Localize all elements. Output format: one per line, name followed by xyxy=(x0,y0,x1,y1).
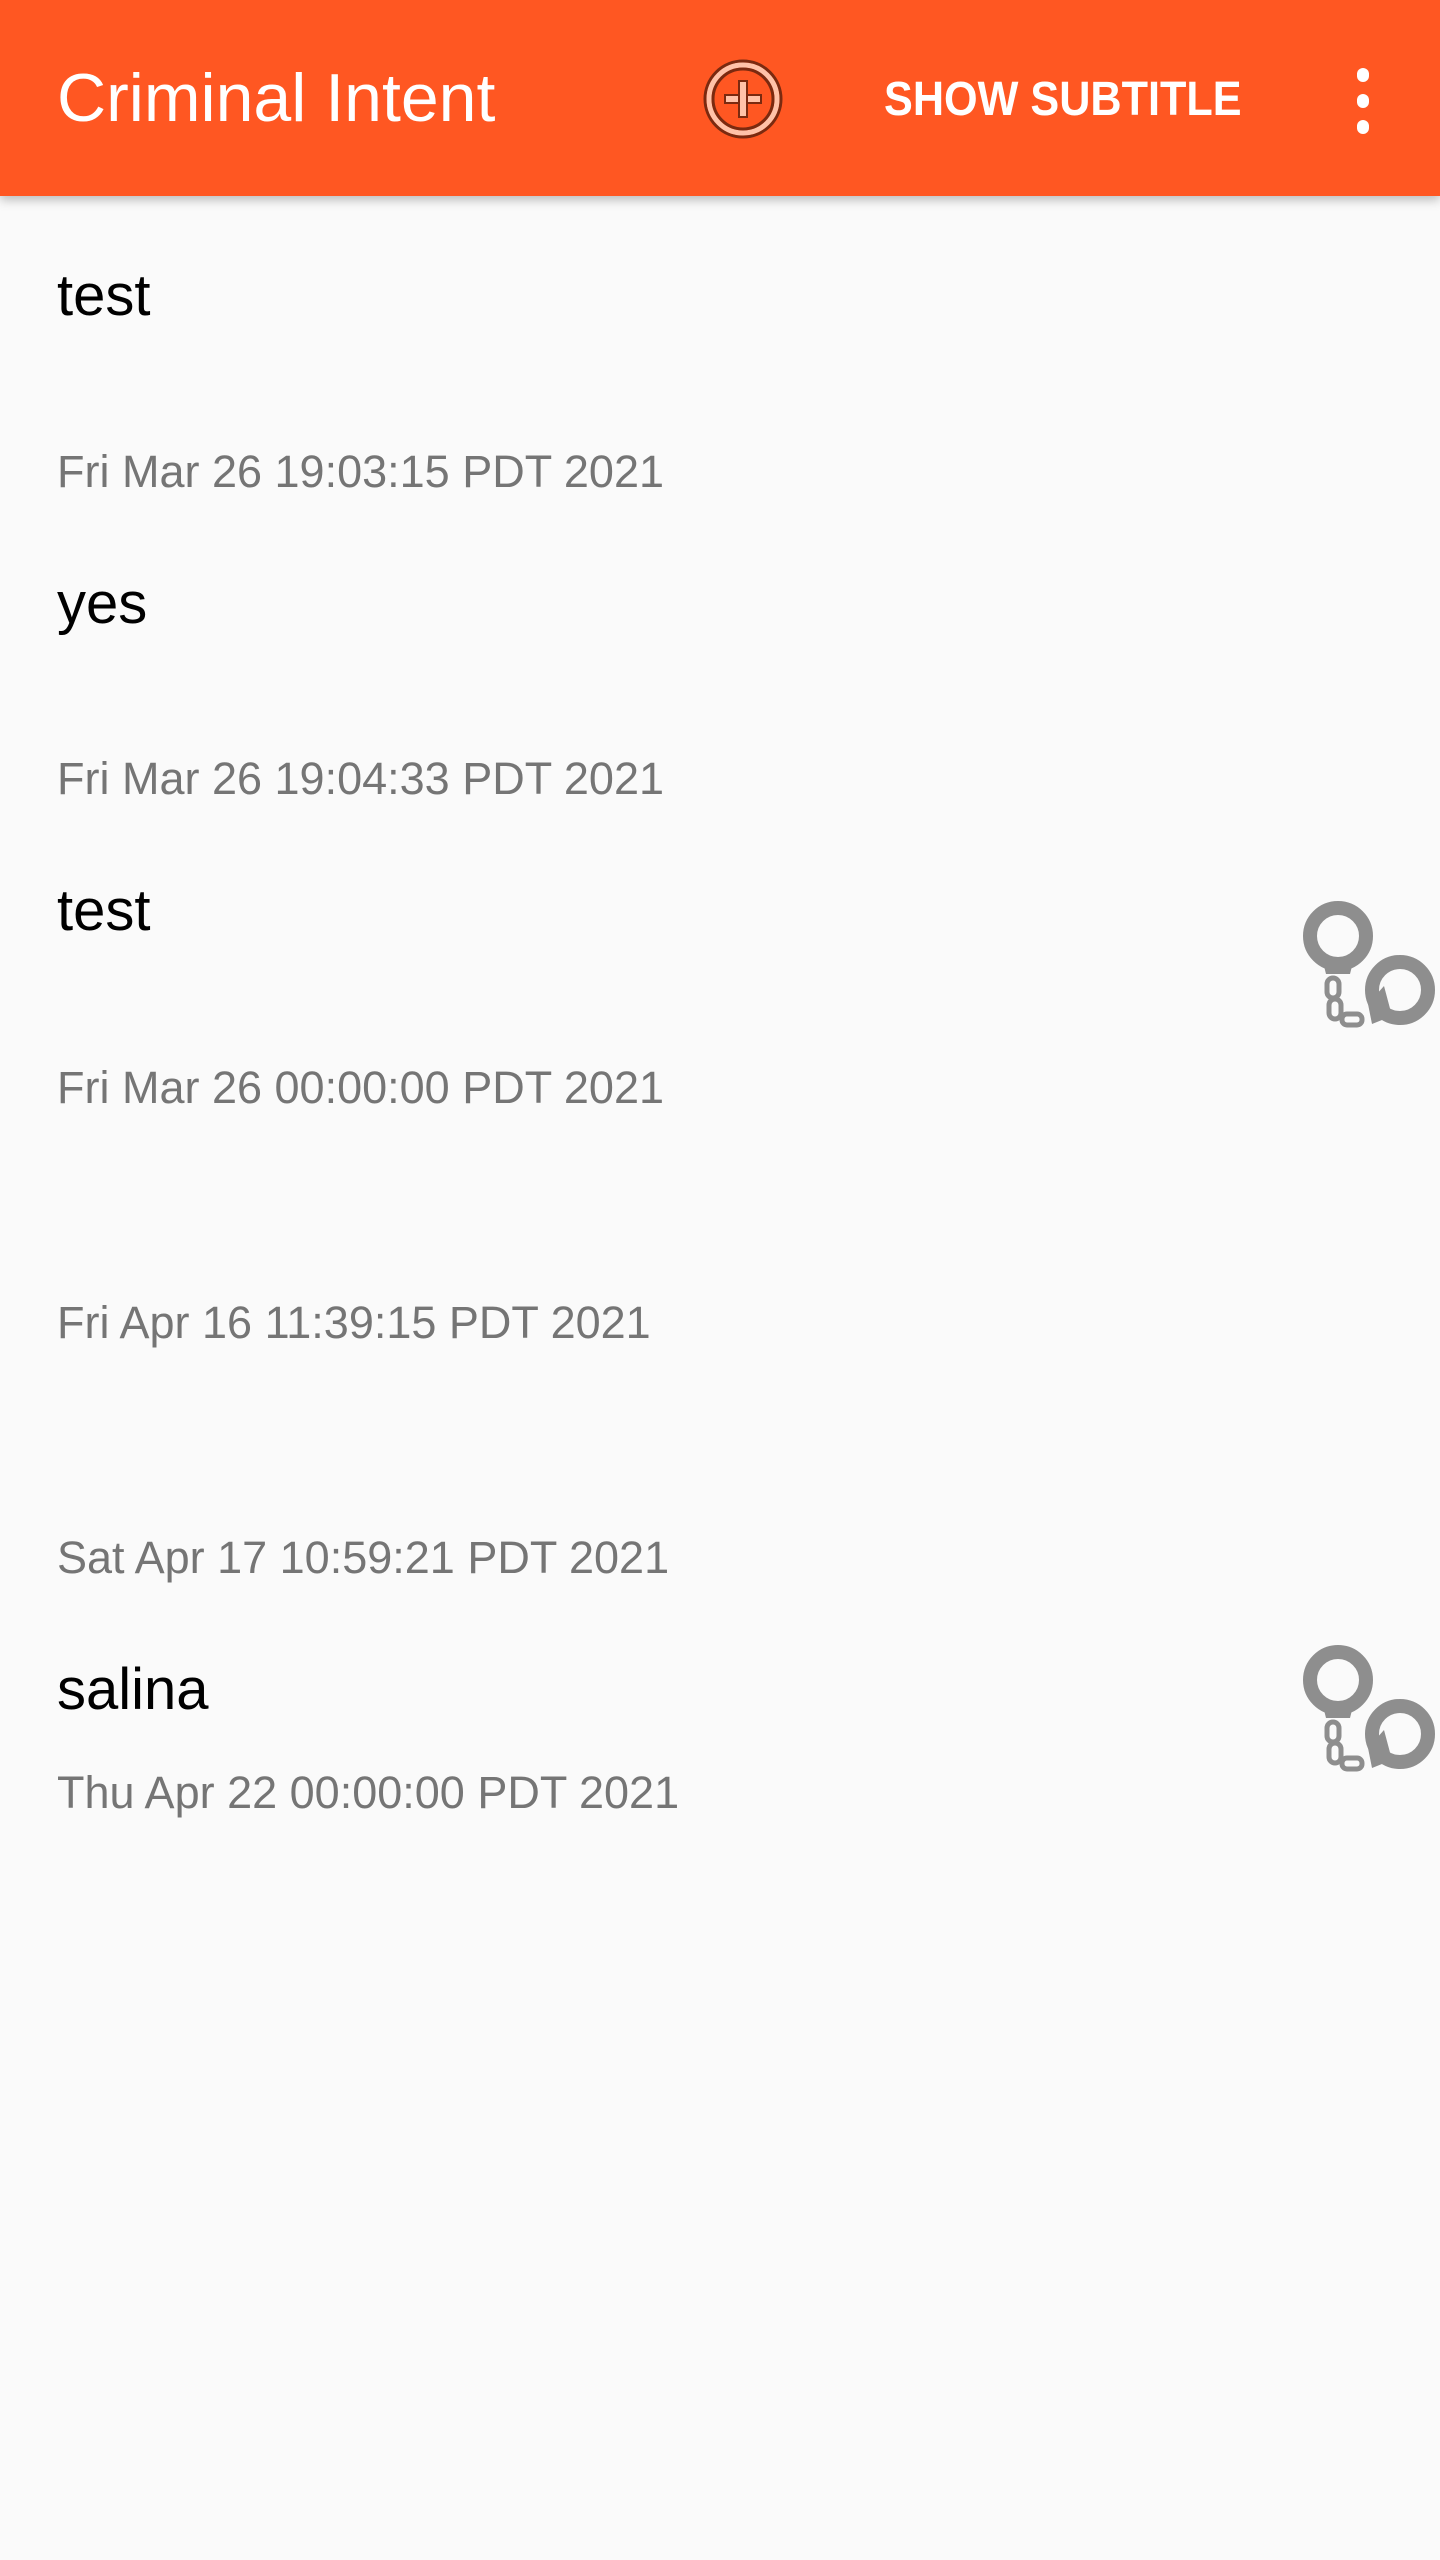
crime-title: salina xyxy=(57,1657,209,1722)
add-circle-icon xyxy=(703,59,783,139)
app-title: Criminal Intent xyxy=(57,60,496,136)
app-toolbar: Criminal Intent SHOW SUBTITLE xyxy=(0,0,1440,196)
more-vert-dot xyxy=(1357,120,1369,134)
crime-date: Fri Apr 16 11:39:15 PDT 2021 xyxy=(57,1297,651,1348)
handcuffs-solved-icon xyxy=(1296,896,1440,1036)
crime-title: test xyxy=(57,878,151,943)
more-options-button[interactable] xyxy=(1345,60,1381,140)
crime-date: Fri Mar 26 19:04:33 PDT 2021 xyxy=(57,753,664,804)
crime-date: Sat Apr 17 10:59:21 PDT 2021 xyxy=(57,1532,670,1583)
crime-title: test xyxy=(57,263,151,328)
add-crime-button[interactable] xyxy=(700,56,786,142)
crime-date: Fri Mar 26 19:03:15 PDT 2021 xyxy=(57,446,664,497)
handcuffs-solved-icon xyxy=(1296,1640,1440,1780)
more-vert-icon xyxy=(1357,68,1369,82)
crime-date: Thu Apr 22 00:00:00 PDT 2021 xyxy=(57,1767,680,1818)
crime-date: Fri Mar 26 00:00:00 PDT 2021 xyxy=(57,1062,664,1113)
show-subtitle-button[interactable]: SHOW SUBTITLE xyxy=(884,70,1242,130)
crime-title: yes xyxy=(57,571,148,636)
more-vert-dot xyxy=(1357,94,1369,108)
